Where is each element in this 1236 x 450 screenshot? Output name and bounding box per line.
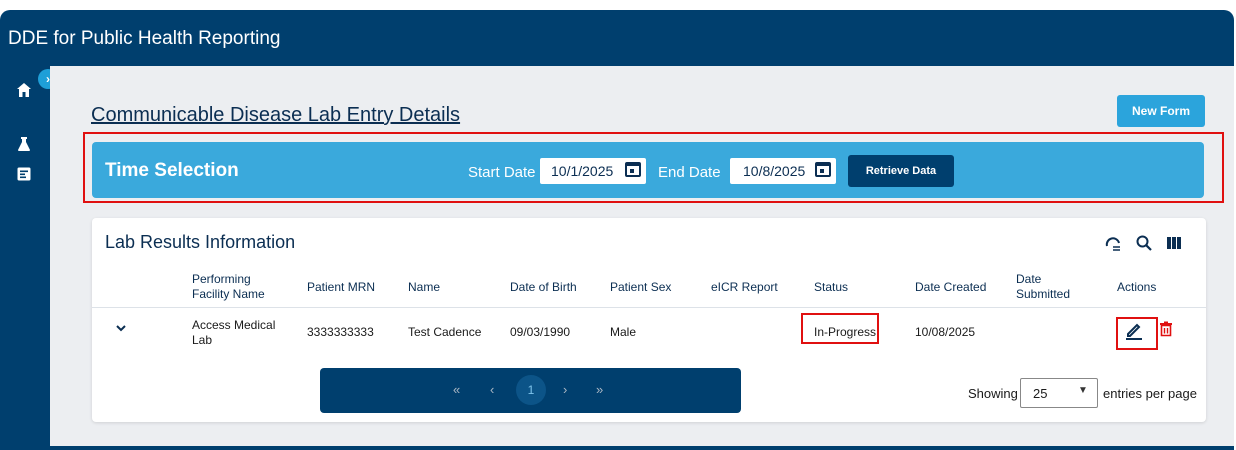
lab-results-title: Lab Results Information [105,232,296,252]
cell-date-created: 10/08/2025 [915,325,976,339]
retrieve-data-button[interactable]: Retrieve Data [848,155,954,187]
cell-name: Test Cadence [408,325,482,339]
new-form-button[interactable]: New Form [1117,95,1205,127]
last-page-button[interactable]: » [596,382,603,397]
home-icon[interactable] [16,82,32,103]
col-header-status[interactable]: Status [814,280,848,295]
end-calendar-icon[interactable] [814,160,832,178]
header-divider [92,307,1206,308]
first-page-button[interactable]: « [453,382,460,397]
app-title: DDE for Public Health Reporting [8,28,281,49]
col-header-name[interactable]: Name [408,280,440,295]
page-size-value: 25 [1033,386,1048,401]
col-header-mrn[interactable]: Patient MRN [307,280,375,295]
cell-facility: Access Medical Lab [192,318,276,347]
refresh-filter-icon[interactable] [1104,234,1122,252]
time-selection-title: Time Selection [105,160,239,181]
end-date-label: End Date [658,164,721,181]
next-page-button[interactable]: › [563,382,567,397]
prev-page-button[interactable]: ‹ [490,382,494,397]
page-title[interactable]: Communicable Disease Lab Entry Details [91,104,460,127]
start-calendar-icon[interactable] [624,160,642,178]
edit-pencil-icon[interactable] [1124,320,1144,345]
entries-per-page-label: entries per page [1103,386,1197,401]
columns-icon[interactable] [1165,234,1183,252]
col-header-sex[interactable]: Patient Sex [610,280,671,295]
col-header-eicr[interactable]: eICR Report [711,280,778,295]
start-date-label: Start Date [468,164,536,181]
col-header-actions: Actions [1117,280,1157,294]
cell-dob: 09/03/1990 [510,325,571,339]
col-header-date-created[interactable]: Date Created [915,280,986,295]
search-icon[interactable] [1135,234,1153,252]
col-header-dob[interactable]: Date of Birth [510,280,577,295]
showing-label: Showing [968,386,1018,401]
flask-icon[interactable] [16,136,32,157]
cell-status: In-Progress [814,325,877,339]
caret-down-icon: ▼ [1078,385,1088,396]
highlight-box-time-selection [83,132,1224,203]
start-date-value: 10/1/2025 [551,163,614,179]
current-page-button[interactable]: 1 [516,375,546,405]
col-header-date-submitted[interactable]: Date Submitted [1016,272,1078,302]
col-header-facility[interactable]: Performing Facility Name [192,272,282,302]
cell-mrn: 3333333333 [307,325,374,339]
sidebar [0,66,50,446]
chevron-down-icon[interactable] [114,321,128,340]
cell-sex: Male [610,325,637,339]
report-icon[interactable] [16,166,32,187]
end-date-value: 10/8/2025 [743,163,806,179]
delete-trash-icon[interactable] [1159,321,1173,342]
